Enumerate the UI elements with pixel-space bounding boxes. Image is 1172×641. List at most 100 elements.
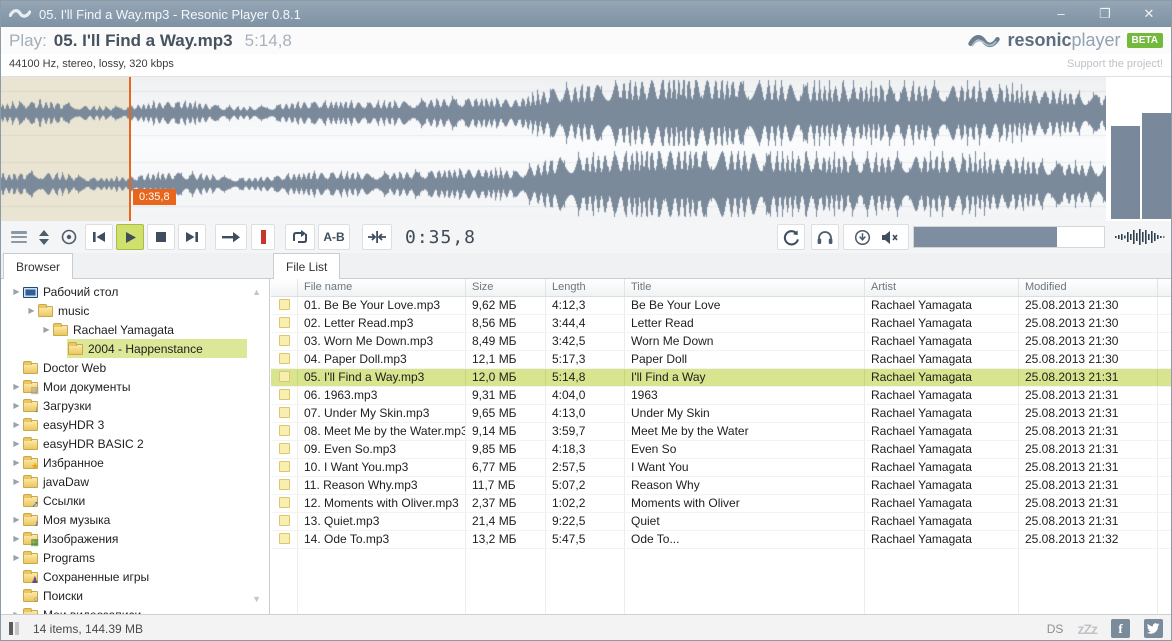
file-row[interactable]: 11. Reason Why.mp311,7 МБ5:07,2Reason Wh… [271,477,1172,495]
waveform-area[interactable]: 0:35,8 [1,76,1171,220]
tree-scroll-down-icon[interactable]: ▼ [252,594,261,604]
file-row[interactable]: 02. Letter Read.mp38,56 МБ3:44,4Letter R… [271,315,1172,333]
column-header-length[interactable]: Length [546,279,625,296]
column-header-artist[interactable]: Artist [865,279,1019,296]
file-row[interactable]: 12. Moments with Oliver.mp32,37 МБ1:02,2… [271,495,1172,513]
volume-slider[interactable] [913,226,1105,248]
tree-item-label: easyHDR BASIC 2 [43,437,144,451]
stop-button[interactable] [147,224,175,250]
tree-item[interactable]: ▶▥Мои документы [1,377,247,396]
tree-item[interactable]: ▶javaDaw [1,472,247,491]
spectrum-toggle-button[interactable] [1113,224,1167,250]
file-icon [279,443,290,454]
tree-expand-icon[interactable]: ▶ [11,439,22,448]
column-header-size[interactable]: Size [466,279,546,296]
file-row[interactable]: 08. Meet Me by the Water.mp39,14 МБ3:59,… [271,423,1172,441]
tree-item[interactable]: Doctor Web [1,358,247,377]
headphones-button[interactable] [811,224,839,250]
file-row[interactable]: 07. Under My Skin.mp39,65 МБ4:13,0Under … [271,405,1172,423]
tree-item[interactable]: ▶▤Мои видеозаписи [1,605,247,614]
sleep-indicator[interactable]: zZz [1077,621,1097,637]
next-track-button[interactable] [178,224,206,250]
tree-item[interactable]: ▶Рабочий стол [1,282,247,301]
follow-track-button[interactable] [57,224,81,250]
close-button[interactable]: ✕ [1127,1,1171,27]
title-bar[interactable]: 05. I'll Find a Way.mp3 - Resonic Player… [1,1,1171,27]
sort-order-button[interactable] [35,224,53,250]
column-header-modified[interactable]: Modified [1019,279,1158,296]
twitter-button[interactable] [1144,619,1163,638]
loop-button[interactable] [285,224,315,250]
tree-item[interactable]: ▶★Избранное [1,453,247,472]
column-header-title[interactable]: Title [625,279,865,296]
current-track-name: 05. I'll Find a Way.mp3 [54,31,233,51]
tree-expand-icon[interactable]: ▶ [11,553,22,562]
play-button[interactable] [116,224,144,250]
ds-indicator[interactable]: DS [1047,622,1064,636]
tree-expand-icon[interactable]: ▶ [11,287,22,296]
cell-size: 12,0 МБ [466,369,546,386]
tree-item[interactable]: ➚Ссылки [1,491,247,510]
previous-track-button[interactable] [85,224,113,250]
tree-expand-icon[interactable]: ▶ [26,306,37,315]
stop-after-track-button[interactable] [251,224,275,250]
cell-modified: 25.08.2013 21:31 [1019,387,1158,404]
cell-file-name: 08. Meet Me by the Water.mp3 [298,423,466,440]
tree-expand-icon[interactable]: ▶ [11,515,22,524]
tree-item[interactable]: ▶▦Изображения [1,529,247,548]
ab-loop-button[interactable]: A-B [318,224,350,250]
file-list-header[interactable]: File nameSizeLengthTitleArtistModified [271,279,1172,297]
waveform-background[interactable]: 0:35,8 [1,77,1106,221]
tree-expand-icon[interactable]: ▶ [11,420,22,429]
cell-file-name: 02. Letter Read.mp3 [298,315,466,332]
tree-item[interactable]: ▶↓Загрузки [1,396,247,415]
red-stop-marker-icon [261,230,266,244]
tree-item[interactable]: ▶Programs [1,548,247,567]
tree-item[interactable]: ▶ easyHDR BASIC 2 [1,434,247,453]
maximize-button[interactable]: ❐ [1083,1,1127,27]
file-row[interactable]: 14. Ode To.mp313,2 МБ5:47,5Ode To...Rach… [271,531,1172,549]
column-header-file-name[interactable]: File name [298,279,466,296]
file-row[interactable]: 04. Paper Doll.mp312,1 МБ5:17,3Paper Dol… [271,351,1172,369]
tree-expand-icon[interactable]: ▶ [11,382,22,391]
file-row[interactable]: 10. I Want You.mp36,77 МБ2:57,5I Want Yo… [271,459,1172,477]
facebook-button[interactable]: f [1111,619,1130,638]
cell-artist: Rachael Yamagata [865,477,1019,494]
cell-modified: 25.08.2013 21:31 [1019,477,1158,494]
tree-item[interactable]: ▶ music [1,301,247,320]
file-row[interactable]: 05. I'll Find a Way.mp312,0 МБ5:14,8I'll… [271,369,1172,387]
replay-button[interactable] [777,224,805,250]
tree-expand-icon[interactable]: ▶ [11,458,22,467]
tree-expand-icon[interactable]: ▶ [11,401,22,410]
output-options-group[interactable] [843,224,909,250]
queue-list-button[interactable] [7,224,31,250]
tree-expand-icon[interactable]: ▶ [11,534,22,543]
tree-scroll-up-icon[interactable]: ▲ [252,287,261,297]
tree-item[interactable]: ♟Сохраненные игры [1,567,247,586]
file-row[interactable]: 09. Even So.mp39,85 МБ4:18,3Even SoRacha… [271,441,1172,459]
file-row[interactable]: 06. 1963.mp39,31 МБ4:04,01963Rachael Yam… [271,387,1172,405]
tree-expand-icon[interactable]: ▶ [41,325,52,334]
loop-icon [291,230,309,245]
tree-item[interactable]: ▶easyHDR 3 [1,415,247,434]
tree-item[interactable]: ▶♪Моя музыка [1,510,247,529]
continue-mode-button[interactable] [215,224,247,250]
cell-artist: Rachael Yamagata [865,495,1019,512]
tree-expand-icon[interactable]: ▶ [11,477,22,486]
now-playing-bar: Play: 05. I'll Find a Way.mp3 5:14,8 res… [1,27,1171,54]
tree-item[interactable]: ○Поиски [1,586,247,605]
minimize-button[interactable]: – [1039,1,1083,27]
file-row[interactable]: 01. Be Be Your Love.mp39,62 МБ4:12,3Be B… [271,297,1172,315]
tree-item[interactable]: ▶Rachael Yamagata [1,320,247,339]
file-row[interactable]: 03. Worn Me Down.mp38,49 МБ3:42,5Worn Me… [271,333,1172,351]
tree-item-label: music [58,304,89,318]
playhead-cursor[interactable] [129,77,131,221]
tab-file-list[interactable]: File List [273,253,340,279]
snap-button[interactable] [362,224,392,250]
audio-format-info: 44100 Hz, stereo, lossy, 320 kbps [9,58,174,70]
brand-name: resonicplayer [1007,30,1120,51]
file-row[interactable]: 13. Quiet.mp321,4 МБ9:22,5QuietRachael Y… [271,513,1172,531]
support-link[interactable]: Support the project! [1067,58,1163,70]
tree-item[interactable]: 2004 - Happenstance [1,339,247,358]
tab-browser[interactable]: Browser [3,253,73,279]
